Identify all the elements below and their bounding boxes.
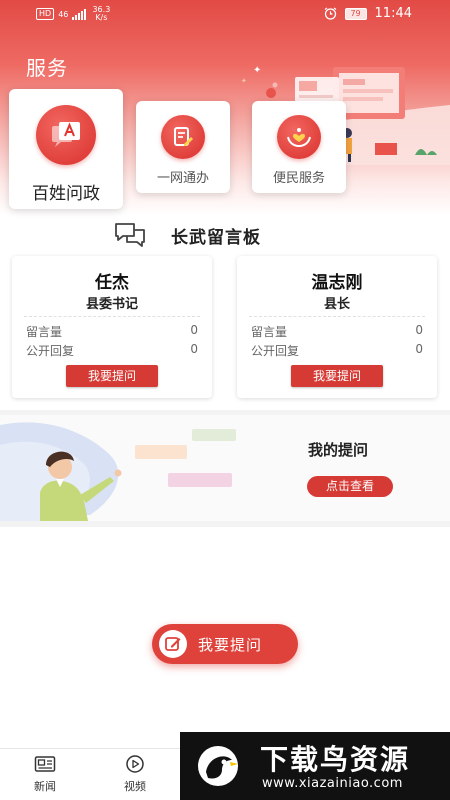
nav-item-video[interactable]: 视频 [105, 755, 165, 794]
status-right: 79 11:44 [324, 6, 412, 21]
watermark-url: www.xiazainiao.com [262, 776, 403, 791]
clock: 11:44 [374, 6, 412, 21]
stat-label: 公开回复 [251, 344, 300, 358]
stat-value: 0 [190, 323, 198, 337]
official-name: 任杰 [95, 273, 129, 293]
network-type: 46 [58, 9, 69, 19]
nav-label: 视频 [124, 780, 146, 793]
chat-a-icon [36, 105, 96, 165]
nav-label: 新闻 [34, 780, 56, 793]
official-title: 县委书记 [85, 297, 138, 312]
service-label: 百姓问政 [32, 184, 100, 204]
stat-label: 公开回复 [26, 344, 75, 358]
board-title: 长武留言板 [171, 228, 261, 248]
bird-logo-icon [198, 746, 238, 786]
stat-label: 留言量 [251, 325, 288, 339]
net-speed-unit: K/s [95, 13, 108, 22]
battery-icon: 79 [344, 7, 367, 20]
divider [24, 316, 200, 317]
status-left: HD 46 36.3 K/s [36, 6, 112, 22]
ask-question-button[interactable]: 我要提问 [66, 365, 158, 387]
divider [249, 316, 425, 317]
svg-text:✦: ✦ [241, 77, 247, 85]
newspaper-icon [34, 756, 56, 772]
stat-value: 0 [415, 323, 423, 337]
alarm-icon [324, 7, 336, 20]
watermark-title: 下载鸟资源 [260, 743, 411, 776]
edit-icon [159, 630, 187, 658]
official-card: 任杰 县委书记 留言量 0 公开回复 0 我要提问 [12, 256, 212, 398]
stat-label: 留言量 [26, 325, 63, 339]
my-questions-title: 我的提问 [308, 441, 369, 459]
service-label: 一网通办 [156, 171, 209, 186]
stat-value: 0 [190, 342, 198, 356]
service-card-baixing-wenzheng[interactable]: 百姓问政 [9, 89, 123, 209]
signal-icon [72, 8, 87, 20]
nav-item-news[interactable]: 新闻 [15, 755, 75, 794]
net-speed: 36.3 K/s [90, 6, 112, 22]
svg-text:✦: ✦ [253, 65, 261, 76]
official-title: 县长 [323, 297, 350, 312]
view-button[interactable]: 点击查看 [307, 476, 393, 497]
hands-heart-icon [277, 115, 321, 159]
service-label: 便民服务 [272, 171, 325, 186]
watermark: 下载鸟资源 www.xiazainiao.com [180, 732, 450, 800]
app-screen: HD 46 36.3 K/s 79 11:44 服务 ✦ ✦ 百姓问政 一网通办… [0, 0, 450, 800]
document-edit-icon [161, 115, 205, 159]
service-card-bianmin-fuwu[interactable]: 便民服务 [252, 101, 346, 193]
speech-bubbles-icon [115, 223, 145, 247]
official-card: 温志刚 县长 留言量 0 公开回复 0 我要提问 [237, 256, 437, 398]
service-card-yiwang-tongban[interactable]: 一网通办 [136, 101, 230, 193]
hd-badge: HD [36, 8, 55, 20]
board-header: 长武留言板 [0, 218, 450, 252]
ask-question-button[interactable]: 我要提问 [291, 365, 383, 387]
play-icon [126, 755, 144, 773]
person-pointing-illustration [0, 422, 236, 521]
my-questions-banner[interactable]: 我的提问 点击查看 [0, 415, 450, 521]
ask-fab-label: 我要提问 [198, 636, 263, 654]
stat-value: 0 [415, 342, 423, 356]
page-title: 服务 [26, 56, 68, 80]
ask-question-fab[interactable]: 我要提问 [152, 624, 298, 664]
official-name: 温志刚 [311, 273, 363, 293]
section-divider [0, 521, 450, 527]
status-bar: HD 46 36.3 K/s 79 11:44 [0, 0, 450, 28]
